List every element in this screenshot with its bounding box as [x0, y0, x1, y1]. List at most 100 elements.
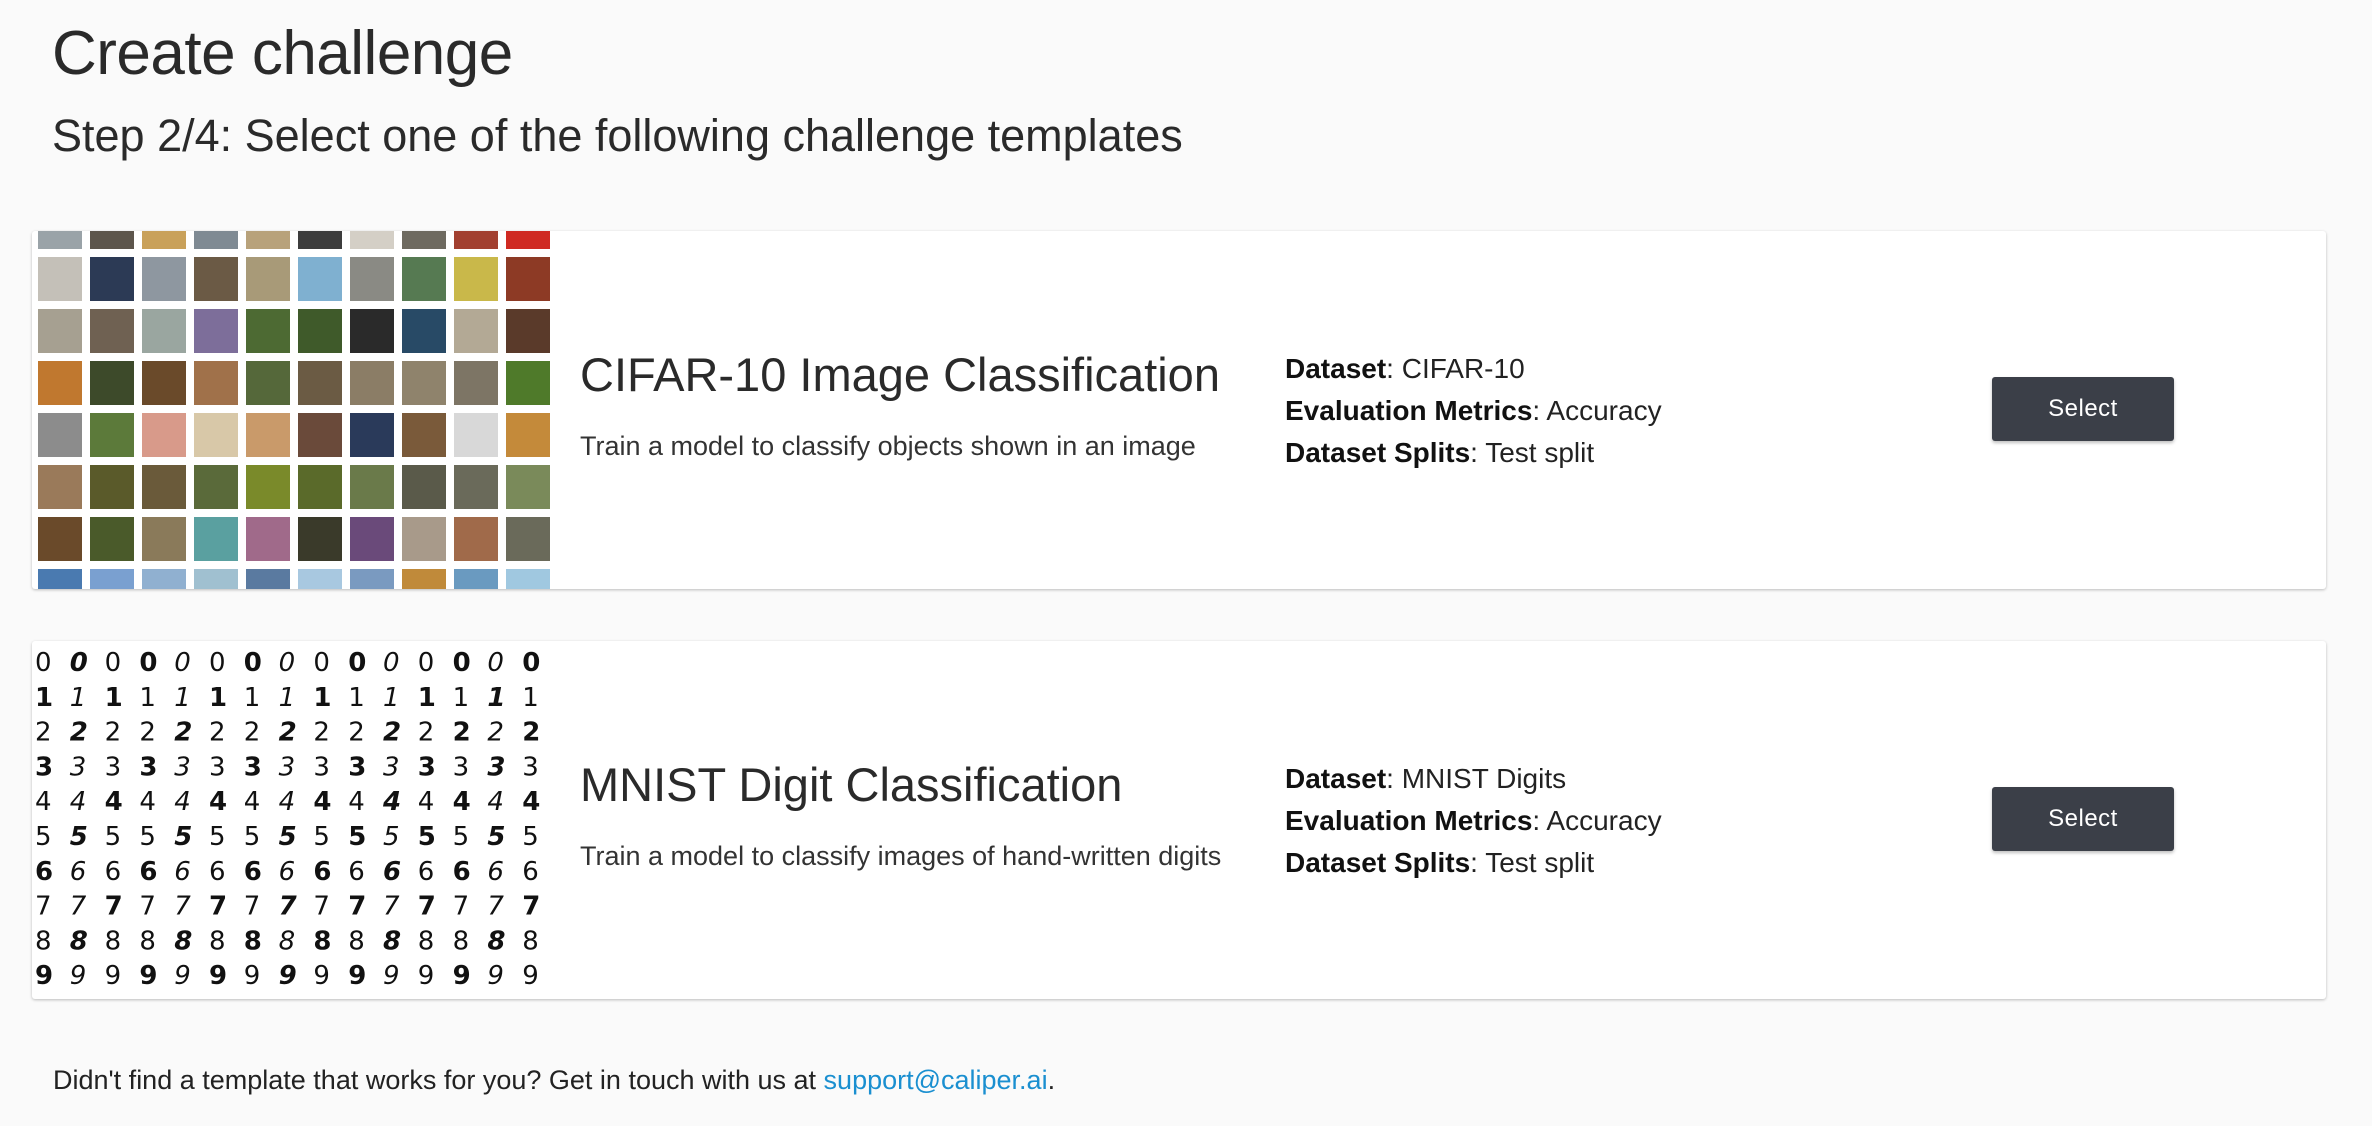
svg-text:9: 9 — [209, 961, 227, 991]
svg-text:5: 5 — [453, 822, 470, 852]
svg-text:6: 6 — [105, 857, 122, 887]
svg-text:0: 0 — [139, 648, 157, 678]
svg-text:6: 6 — [244, 857, 262, 887]
footer-text: Didn't find a template that works for yo… — [53, 1065, 824, 1095]
svg-text:5: 5 — [139, 822, 156, 852]
select-button-mnist[interactable]: Select — [1992, 787, 2174, 851]
svg-text:9: 9 — [174, 961, 191, 991]
svg-text:4: 4 — [522, 787, 540, 817]
svg-text:5: 5 — [70, 822, 88, 852]
svg-text:7: 7 — [453, 892, 470, 922]
svg-text:4: 4 — [453, 787, 471, 817]
svg-text:1: 1 — [244, 683, 261, 713]
svg-text:0: 0 — [174, 648, 191, 678]
svg-text:9: 9 — [383, 961, 400, 991]
svg-text:0: 0 — [209, 648, 226, 678]
svg-text:1: 1 — [522, 683, 539, 713]
svg-text:3: 3 — [209, 752, 226, 782]
svg-text:3: 3 — [35, 752, 53, 782]
template-title: CIFAR-10 Image Classification — [580, 348, 1220, 401]
svg-text:8: 8 — [209, 926, 226, 956]
svg-text:0: 0 — [522, 648, 540, 678]
svg-text:1: 1 — [279, 683, 296, 713]
svg-text:3: 3 — [174, 752, 191, 782]
svg-text:2: 2 — [383, 718, 401, 748]
svg-text:0: 0 — [70, 648, 88, 678]
meta-dataset-splits: Dataset Splits: Test split — [1285, 842, 1662, 884]
svg-text:5: 5 — [487, 822, 505, 852]
svg-text:4: 4 — [313, 787, 331, 817]
svg-text:2: 2 — [209, 718, 226, 748]
svg-text:8: 8 — [522, 926, 539, 956]
meta-key: Dataset Splits — [1285, 437, 1471, 468]
svg-text:2: 2 — [522, 718, 540, 748]
svg-text:0: 0 — [487, 648, 504, 678]
svg-text:4: 4 — [418, 787, 435, 817]
svg-text:6: 6 — [70, 857, 87, 887]
svg-text:2: 2 — [418, 718, 435, 748]
svg-text:7: 7 — [244, 892, 261, 922]
svg-text:2: 2 — [139, 718, 156, 748]
svg-text:4: 4 — [105, 787, 123, 817]
svg-text:3: 3 — [313, 752, 330, 782]
svg-text:6: 6 — [174, 857, 191, 887]
support-email-link[interactable]: support@caliper.ai — [824, 1065, 1048, 1095]
select-button-cifar10[interactable]: Select — [1992, 377, 2174, 441]
cifar-thumbnail-image — [32, 231, 556, 589]
svg-text:6: 6 — [522, 857, 539, 887]
svg-text:1: 1 — [487, 683, 505, 713]
meta-key: Dataset Splits — [1285, 847, 1471, 878]
svg-text:3: 3 — [487, 752, 505, 782]
meta-value: : Accuracy — [1532, 395, 1662, 426]
template-card-mnist[interactable]: 0000000000000001111111111111112222222222… — [32, 641, 2326, 999]
svg-text:0: 0 — [383, 648, 400, 678]
template-meta: Dataset: CIFAR-10 Evaluation Metrics: Ac… — [1285, 348, 1662, 474]
svg-text:0: 0 — [348, 648, 366, 678]
svg-text:8: 8 — [105, 926, 122, 956]
meta-value: : Test split — [1470, 847, 1595, 878]
svg-text:7: 7 — [35, 892, 52, 922]
svg-text:6: 6 — [487, 857, 504, 887]
svg-text:4: 4 — [244, 787, 261, 817]
svg-text:6: 6 — [348, 857, 365, 887]
svg-text:4: 4 — [139, 787, 156, 817]
svg-text:0: 0 — [313, 648, 330, 678]
svg-text:5: 5 — [35, 822, 52, 852]
svg-text:4: 4 — [35, 787, 52, 817]
meta-dataset: Dataset: MNIST Digits — [1285, 758, 1662, 800]
footer-help-text: Didn't find a template that works for yo… — [53, 1065, 1055, 1096]
svg-text:5: 5 — [383, 822, 400, 852]
svg-text:3: 3 — [105, 752, 122, 782]
mnist-thumbnail-image: 0000000000000001111111111111112222222222… — [32, 641, 556, 999]
meta-evaluation-metrics: Evaluation Metrics: Accuracy — [1285, 800, 1662, 842]
svg-text:8: 8 — [418, 926, 435, 956]
template-card-cifar10[interactable]: CIFAR-10 Image Classification Train a mo… — [32, 231, 2326, 589]
svg-text:7: 7 — [105, 892, 123, 922]
svg-text:6: 6 — [279, 857, 296, 887]
svg-text:8: 8 — [139, 926, 156, 956]
template-title: MNIST Digit Classification — [580, 758, 1123, 811]
svg-text:0: 0 — [453, 648, 471, 678]
svg-text:2: 2 — [174, 718, 192, 748]
svg-text:5: 5 — [279, 822, 297, 852]
template-description: Train a model to classify images of hand… — [580, 841, 1222, 871]
svg-text:8: 8 — [35, 926, 52, 956]
svg-text:2: 2 — [279, 718, 297, 748]
svg-text:9: 9 — [139, 961, 157, 991]
svg-text:6: 6 — [418, 857, 435, 887]
svg-text:1: 1 — [453, 683, 470, 713]
svg-text:7: 7 — [279, 892, 298, 922]
svg-text:2: 2 — [348, 718, 365, 748]
svg-text:4: 4 — [382, 787, 401, 817]
svg-text:8: 8 — [313, 926, 331, 956]
svg-text:6: 6 — [453, 857, 471, 887]
svg-text:1: 1 — [348, 683, 365, 713]
svg-text:7: 7 — [418, 892, 436, 922]
svg-text:3: 3 — [244, 752, 262, 782]
svg-text:0: 0 — [35, 648, 52, 678]
svg-text:1: 1 — [35, 683, 53, 713]
svg-text:8: 8 — [487, 926, 505, 956]
svg-text:7: 7 — [487, 892, 504, 922]
svg-text:4: 4 — [348, 787, 365, 817]
svg-text:3: 3 — [522, 752, 539, 782]
